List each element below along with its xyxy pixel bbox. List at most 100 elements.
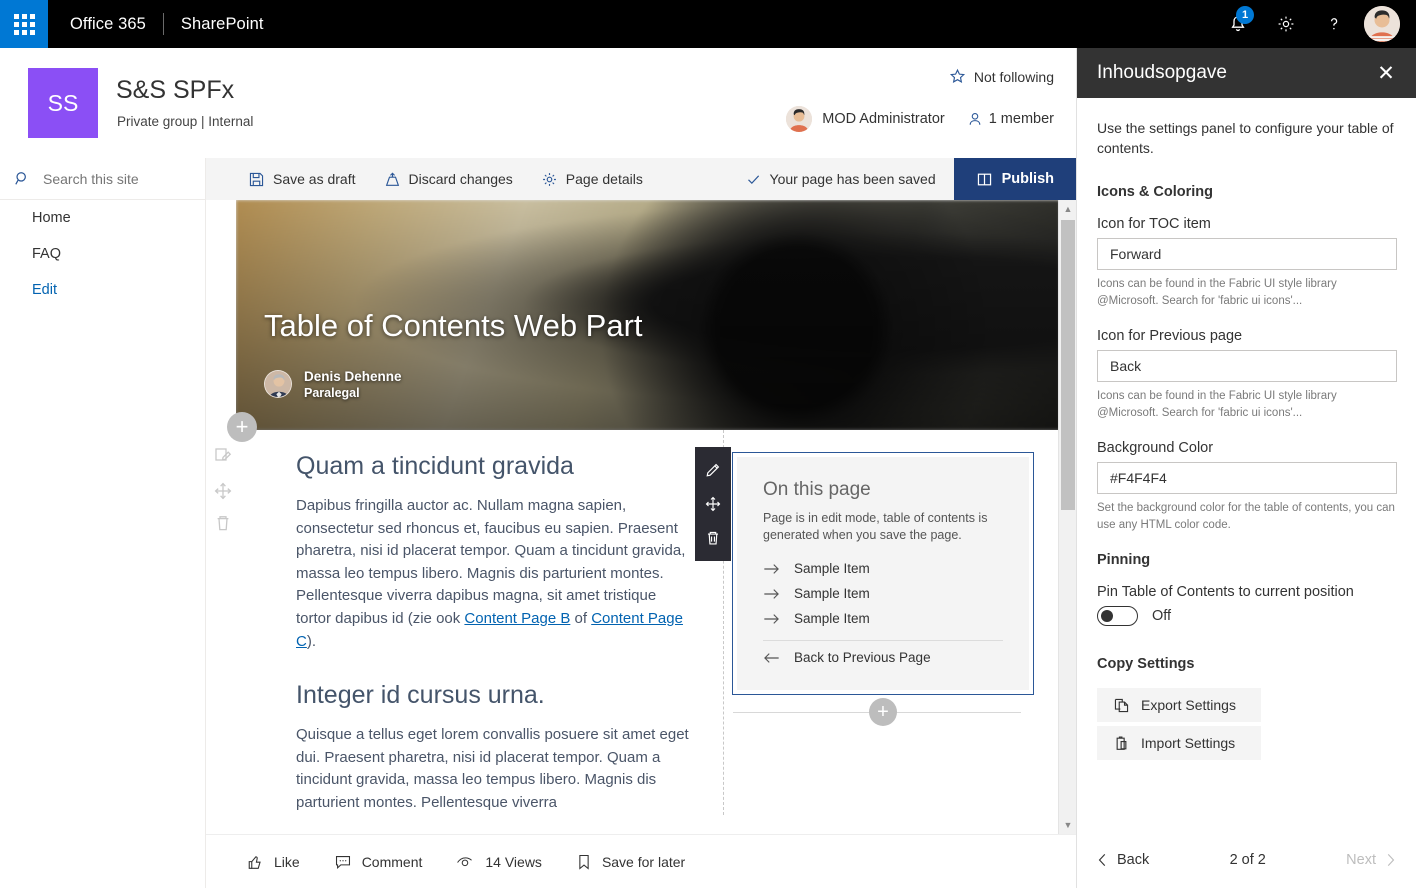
avatar-photo: [1364, 6, 1400, 42]
avatar[interactable]: [1364, 6, 1400, 42]
panel-header: Inhoudsopgave ✕: [1077, 48, 1416, 98]
sidebar-item-faq[interactable]: FAQ: [0, 236, 205, 272]
toc-item[interactable]: Sample Item: [763, 606, 1003, 631]
panel-body: Use the settings panel to configure your…: [1077, 98, 1416, 888]
edit-section-icon[interactable]: [213, 445, 233, 465]
office-brand-label[interactable]: Office 365: [70, 15, 146, 34]
comment-icon: [335, 855, 350, 869]
canvas-left-rail: [206, 200, 238, 834]
sidebar-item-label: FAQ: [32, 246, 62, 262]
import-settings-button[interactable]: Import Settings: [1097, 726, 1261, 760]
toc-item[interactable]: Sample Item: [763, 556, 1003, 581]
search-icon: [15, 172, 26, 185]
like-button[interactable]: Like: [246, 853, 300, 871]
discard-changes-label: Discard changes: [408, 171, 513, 187]
scrollbar-thumb[interactable]: [1061, 220, 1075, 510]
section-heading-1: Quam a tincidunt gravida: [296, 452, 574, 480]
toc-icon-input[interactable]: [1097, 238, 1397, 270]
forward-arrow-icon: [764, 563, 779, 574]
members-label: 1 member: [988, 111, 1054, 127]
views-label: 14 Views: [485, 853, 542, 870]
waffle-icon: [13, 13, 35, 35]
save-for-later-button[interactable]: Save for later: [576, 853, 685, 871]
delete-section-icon[interactable]: [213, 513, 233, 533]
search-input[interactable]: [43, 170, 183, 187]
paste-icon: [1116, 736, 1127, 750]
scroll-up-arrow-icon[interactable]: ▲: [1059, 200, 1077, 218]
checkmark-icon: [747, 174, 759, 184]
property-panel: Inhoudsopgave ✕ Use the settings panel t…: [1076, 48, 1416, 888]
save-status-label: Your page has been saved: [769, 171, 936, 187]
background-color-input[interactable]: [1097, 462, 1397, 494]
prev-icon-input[interactable]: [1097, 350, 1397, 382]
settings-button[interactable]: [1262, 0, 1310, 48]
discard-changes-button[interactable]: Discard changes: [370, 158, 527, 200]
follow-label: Not following: [973, 68, 1054, 85]
paragraph-end: ).: [306, 632, 317, 650]
edit-webpart-icon[interactable]: [696, 453, 730, 487]
add-webpart-button[interactable]: +: [869, 698, 897, 726]
close-icon[interactable]: ✕: [1372, 59, 1400, 87]
delete-webpart-icon[interactable]: [696, 521, 730, 555]
canvas-columns: Quam a tincidunt gravida Dapibus fringil…: [236, 430, 1060, 815]
site-logo[interactable]: SS: [28, 68, 98, 138]
comment-button[interactable]: Comment: [334, 853, 422, 871]
thumbs-up-icon: [248, 855, 261, 869]
suite-brand: Office 365 SharePoint: [48, 0, 264, 48]
label-toc-icon: Icon for TOC item: [1097, 216, 1211, 232]
toc-webpart[interactable]: On this page Page is in edit mode, table…: [695, 447, 1034, 726]
hint-prev-icon: Icons can be found in the Fabric UI styl…: [1097, 390, 1337, 419]
move-section-icon[interactable]: [213, 481, 233, 501]
group-copy-settings: Copy Settings: [1097, 656, 1195, 672]
panel-page-count: 2 of 2: [1229, 852, 1266, 868]
sidebar-item-label: Edit: [32, 282, 57, 298]
eye-icon: [457, 856, 473, 866]
pin-toggle-row: Off: [1097, 606, 1396, 626]
export-settings-button[interactable]: Export Settings: [1097, 688, 1261, 722]
scroll-down-arrow-icon[interactable]: ▼: [1059, 816, 1077, 834]
chevron-right-icon: [1387, 854, 1395, 866]
page-title: Table of Contents Web Part: [264, 308, 643, 343]
discard-icon: [385, 171, 399, 186]
sidebar-item-home[interactable]: Home: [0, 200, 205, 236]
label-pin-toc: Pin Table of Contents to current positio…: [1097, 584, 1354, 600]
owner-name: MOD Administrator: [822, 111, 945, 127]
hint-toc-icon: Icons can be found in the Fabric UI styl…: [1097, 278, 1337, 307]
site-title: S&S SPFx: [116, 76, 235, 104]
sidebar-item-edit[interactable]: Edit: [0, 272, 205, 308]
add-section-button[interactable]: +: [227, 412, 257, 442]
notifications-button[interactable]: 1: [1214, 0, 1262, 48]
content-scrollbar[interactable]: ▲ ▼: [1058, 200, 1076, 834]
page-details-button[interactable]: Page details: [527, 158, 657, 200]
author-avatar: [264, 370, 292, 399]
panel-footer: Back 2 of 2 Next: [1097, 852, 1396, 868]
page-details-gear-icon: [542, 172, 556, 186]
help-button[interactable]: [1310, 0, 1358, 48]
follow-button[interactable]: Not following: [949, 68, 1054, 85]
owner-avatar[interactable]: [786, 106, 813, 132]
forward-arrow-icon: [764, 613, 779, 624]
toc-item[interactable]: Sample Item: [763, 581, 1003, 606]
panel-back-label: Back: [1117, 852, 1150, 868]
notification-badge: 1: [1236, 6, 1254, 24]
section-paragraph-2: Quisque a tellus eget lorem convallis po…: [296, 726, 689, 811]
product-label[interactable]: SharePoint: [181, 15, 264, 34]
publish-button[interactable]: Publish: [953, 158, 1076, 200]
save-as-draft-button[interactable]: Save as draft: [234, 158, 370, 200]
app-launcher-button[interactable]: [0, 0, 48, 48]
back-arrow-icon: [764, 652, 779, 663]
save-for-later-label: Save for later: [601, 853, 686, 870]
panel-back-button[interactable]: Back: [1097, 852, 1149, 868]
move-webpart-icon[interactable]: [696, 487, 730, 521]
gear-icon: [1278, 16, 1294, 32]
toc-back-label: Back to Previous Page: [794, 650, 931, 665]
link-content-page-b[interactable]: Content Page B: [464, 610, 570, 627]
help-icon: [1330, 18, 1338, 30]
members-button[interactable]: 1 member: [967, 111, 1054, 127]
brand-divider: [162, 13, 164, 35]
owner-avatar-photo: [786, 106, 813, 132]
toc-back-link[interactable]: Back to Previous Page: [763, 645, 1003, 670]
label-background-color: Background Color: [1097, 440, 1214, 456]
search-box[interactable]: [0, 158, 205, 200]
pin-toggle[interactable]: [1097, 606, 1138, 626]
